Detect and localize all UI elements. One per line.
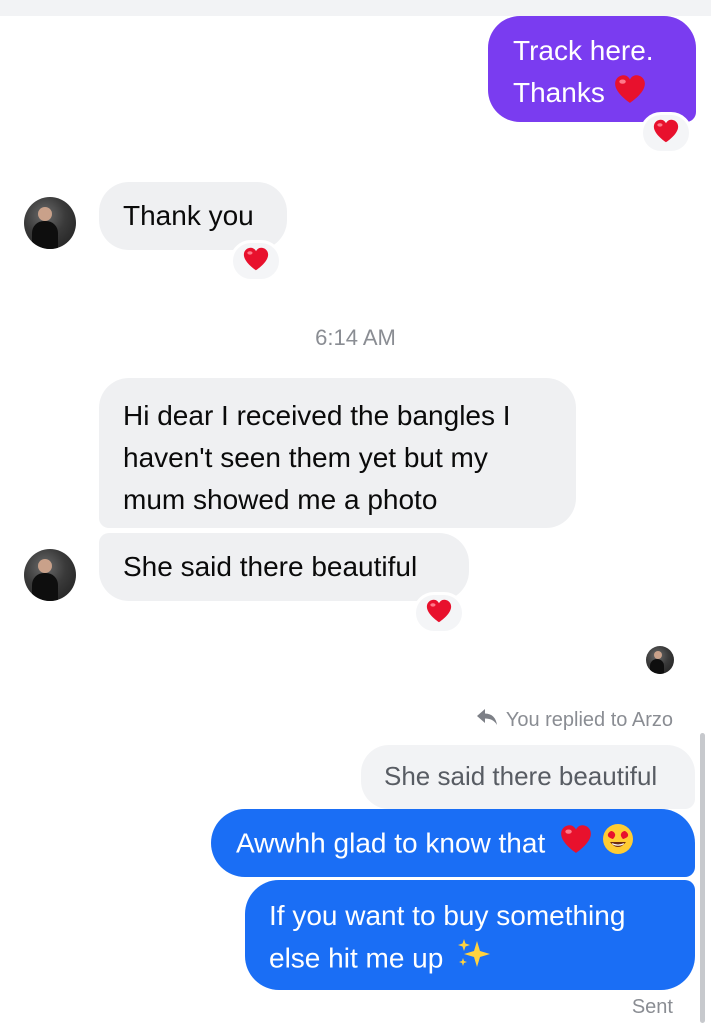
heart-emoji-icon bbox=[559, 823, 593, 867]
message-bubble-incoming[interactable]: Hi dear I received the bangles I haven't… bbox=[99, 378, 576, 528]
reply-indicator: You replied to Arzo bbox=[476, 708, 673, 732]
message-text: Thank you bbox=[123, 200, 254, 231]
heart-emoji-icon bbox=[613, 73, 647, 117]
reply-label: You replied to Arzo bbox=[505, 708, 673, 731]
quoted-message[interactable]: She said there beautiful bbox=[361, 745, 695, 809]
message-text-line: else hit me up bbox=[269, 937, 695, 983]
sparkles-emoji-icon bbox=[455, 937, 495, 983]
heart-emoji-icon bbox=[425, 598, 453, 629]
heart-emoji-icon bbox=[652, 118, 680, 149]
message-text-line: mum showed me a photo bbox=[123, 484, 438, 515]
reaction-heart[interactable] bbox=[640, 112, 692, 154]
message-text: Thanks bbox=[513, 72, 696, 117]
heart-eyes-emoji-icon bbox=[601, 822, 635, 868]
reaction-heart[interactable] bbox=[413, 592, 465, 634]
timestamp: 6:14 AM bbox=[315, 325, 396, 350]
avatar[interactable] bbox=[24, 549, 76, 601]
reply-arrow-icon bbox=[476, 708, 498, 732]
reaction-heart[interactable] bbox=[230, 240, 282, 282]
heart-emoji-icon bbox=[242, 246, 270, 277]
message-text-line: Hi dear I received the bangles I bbox=[123, 400, 511, 431]
message-text: Awwhh glad to know that bbox=[236, 827, 546, 859]
message-status: Sent bbox=[631, 996, 673, 1018]
message-text: She said there beautiful bbox=[123, 551, 418, 582]
message-text: Track here. bbox=[513, 35, 654, 66]
message-bubble-outgoing[interactable]: Track here. Thanks bbox=[488, 16, 696, 122]
top-bar bbox=[0, 0, 711, 16]
message-bubble-incoming[interactable]: She said there beautiful bbox=[99, 533, 469, 601]
avatar[interactable] bbox=[24, 197, 76, 249]
message-bubble-outgoing[interactable]: Awwhh glad to know that bbox=[211, 809, 695, 877]
scrollbar[interactable] bbox=[700, 733, 705, 1023]
seen-avatar bbox=[646, 646, 674, 674]
quoted-text: She said there beautiful bbox=[384, 761, 658, 791]
message-text-line: haven't seen them yet but my bbox=[123, 442, 488, 473]
message-text-line: If you want to buy something bbox=[269, 900, 626, 931]
message-bubble-outgoing[interactable]: If you want to buy something else hit me… bbox=[245, 880, 695, 990]
